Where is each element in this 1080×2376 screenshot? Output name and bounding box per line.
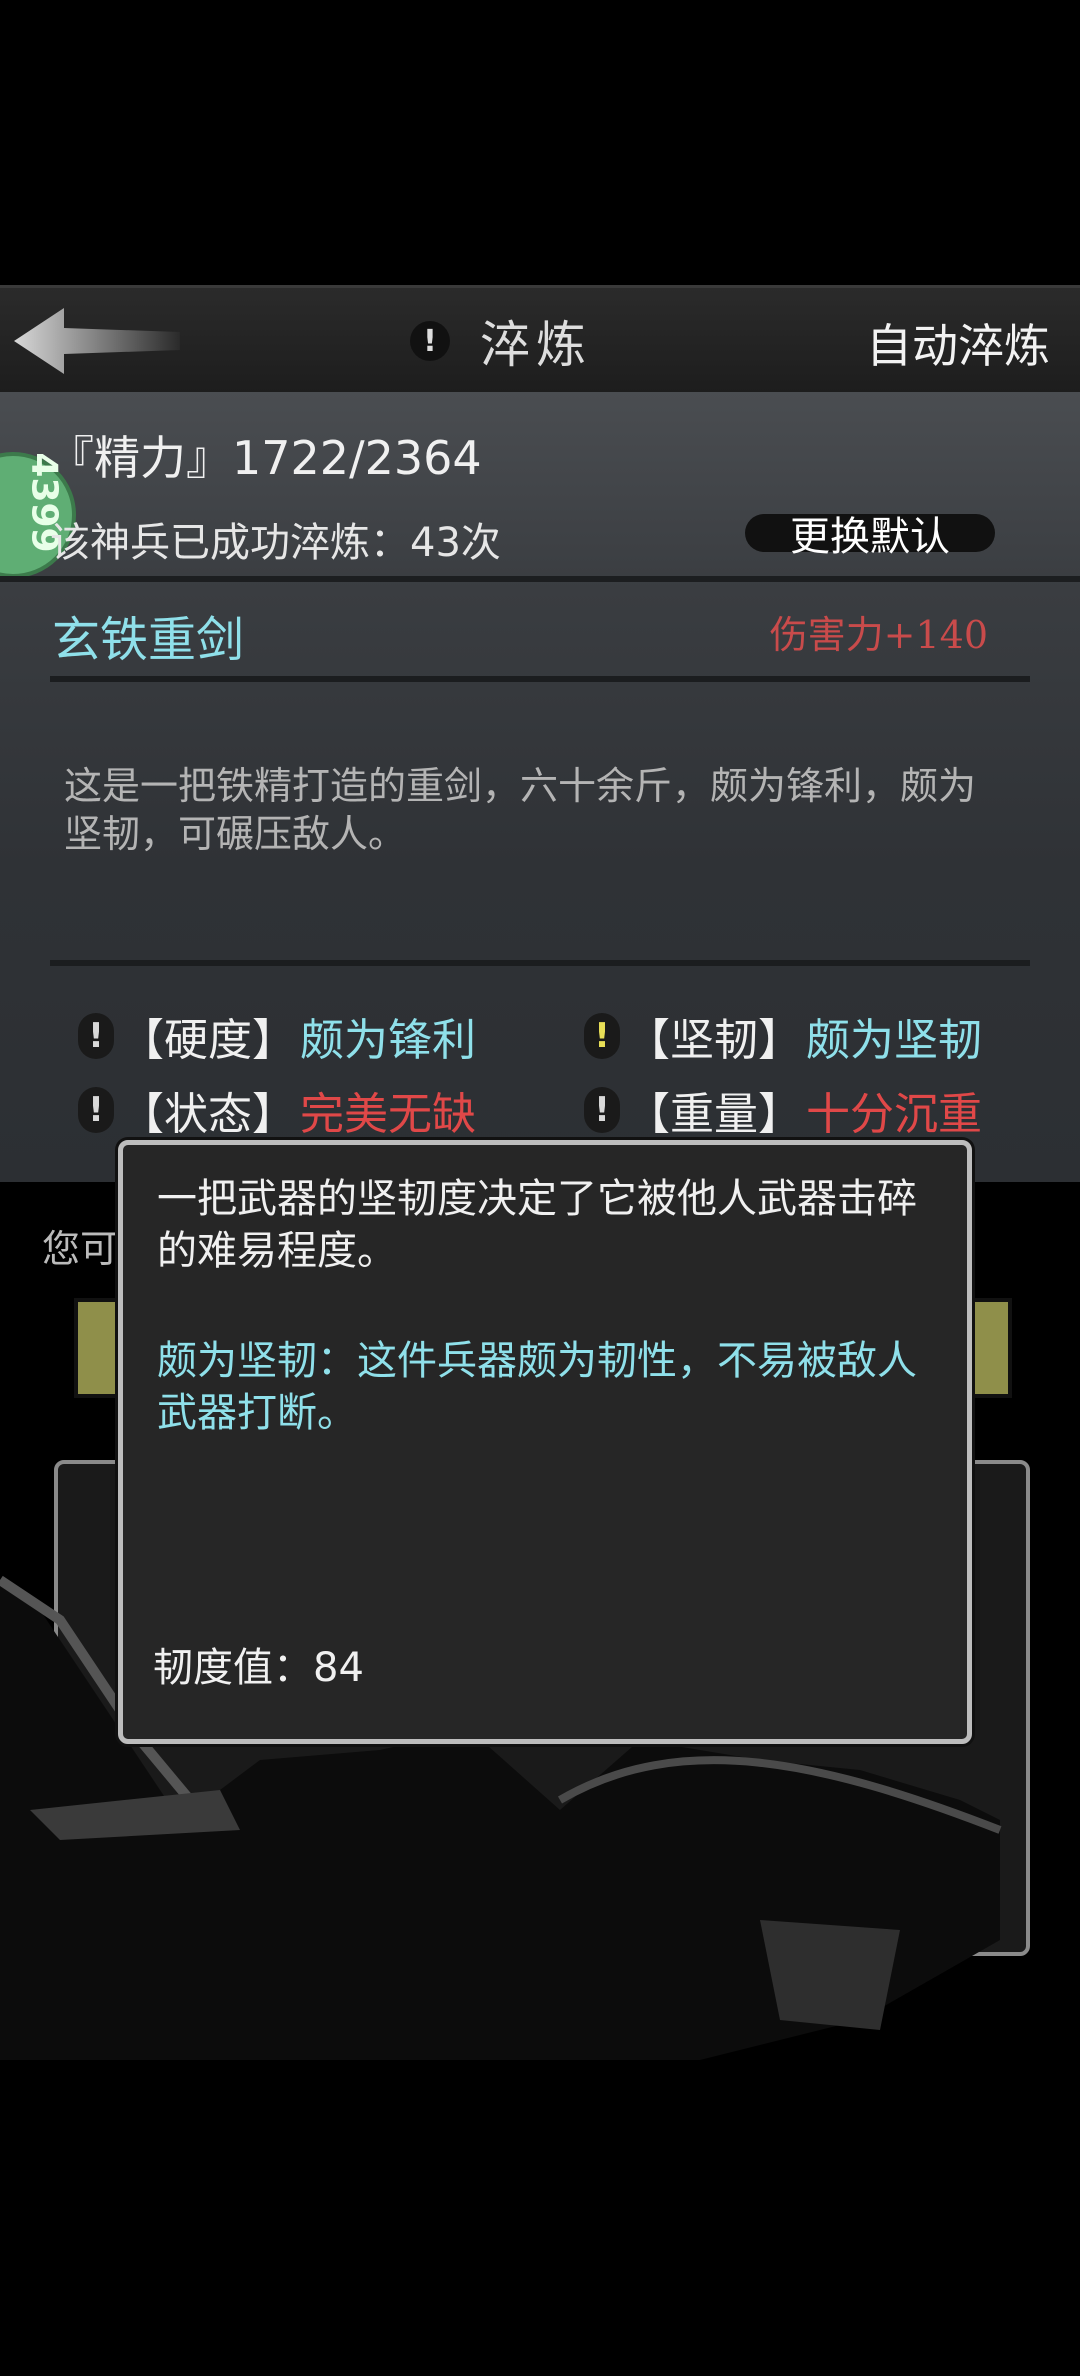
attribute-toughness[interactable]: ! 【坚韧】 颇为坚韧 bbox=[584, 1004, 982, 1068]
top-bar: ! 淬炼 自动淬炼 bbox=[0, 285, 1080, 397]
attribute-weight[interactable]: ! 【重量】 十分沉重 bbox=[584, 1078, 982, 1142]
weapon-name: 玄铁重剑 bbox=[52, 612, 245, 668]
attribute-value: 颇为锋利 bbox=[300, 1015, 476, 1066]
exclamation-icon[interactable]: ! bbox=[584, 1087, 620, 1133]
exclamation-icon[interactable]: ! bbox=[584, 1013, 620, 1059]
attribute-key: 【坚韧】 bbox=[626, 1015, 802, 1066]
attribute-value: 十分沉重 bbox=[806, 1089, 982, 1140]
divider bbox=[50, 960, 1030, 966]
tooltip-value: 韧度值：84 bbox=[153, 1645, 364, 1691]
background-label: 您可 bbox=[42, 1227, 119, 1271]
attribute-value: 完美无缺 bbox=[300, 1089, 476, 1140]
exclamation-icon[interactable]: ! bbox=[410, 321, 450, 361]
refine-panel: 4399 『精力』1722/2364 该神兵已成功淬炼：43次 更换默认 玄铁重… bbox=[0, 392, 1080, 1182]
attribute-key: 【状态】 bbox=[120, 1089, 296, 1140]
exclamation-icon[interactable]: ! bbox=[78, 1087, 114, 1133]
auto-refine-button[interactable]: 自动淬炼 bbox=[866, 310, 1050, 376]
exclamation-icon[interactable]: ! bbox=[78, 1013, 114, 1059]
attribute-hardness[interactable]: ! 【硬度】 颇为锋利 bbox=[78, 1004, 476, 1068]
divider bbox=[0, 576, 1080, 582]
page-title: 淬炼 bbox=[480, 316, 592, 374]
divider bbox=[50, 676, 1030, 682]
weapon-description: 这是一把铁精打造的重剑，六十余斤，颇为锋利，颇为坚韧，可碾压敌人。 bbox=[64, 764, 977, 856]
attribute-key: 【硬度】 bbox=[120, 1015, 296, 1066]
energy-text: 『精力』1722/2364 bbox=[48, 431, 482, 485]
attribute-condition[interactable]: ! 【状态】 完美无缺 bbox=[78, 1078, 476, 1142]
attribute-value: 颇为坚韧 bbox=[806, 1015, 982, 1066]
damage-stat: 伤害力+140 bbox=[769, 613, 988, 657]
attribute-key: 【重量】 bbox=[626, 1089, 802, 1140]
back-button[interactable] bbox=[12, 306, 182, 376]
attribute-tooltip: 一把武器的坚韧度决定了它被他人武器击碎的难易程度。 颇为坚韧：这件兵器颇为韧性，… bbox=[118, 1140, 972, 1744]
change-default-button[interactable]: 更换默认 bbox=[745, 514, 995, 560]
refine-count-text: 该神兵已成功淬炼：43次 bbox=[50, 520, 501, 566]
tooltip-description: 一把武器的坚韧度决定了它被他人武器击碎的难易程度。 bbox=[157, 1176, 917, 1274]
title-group: ! 淬炼 bbox=[410, 308, 592, 374]
arrow-left-icon bbox=[14, 308, 180, 374]
tooltip-detail: 颇为坚韧：这件兵器颇为韧性，不易被敌人武器打断。 bbox=[157, 1338, 917, 1436]
